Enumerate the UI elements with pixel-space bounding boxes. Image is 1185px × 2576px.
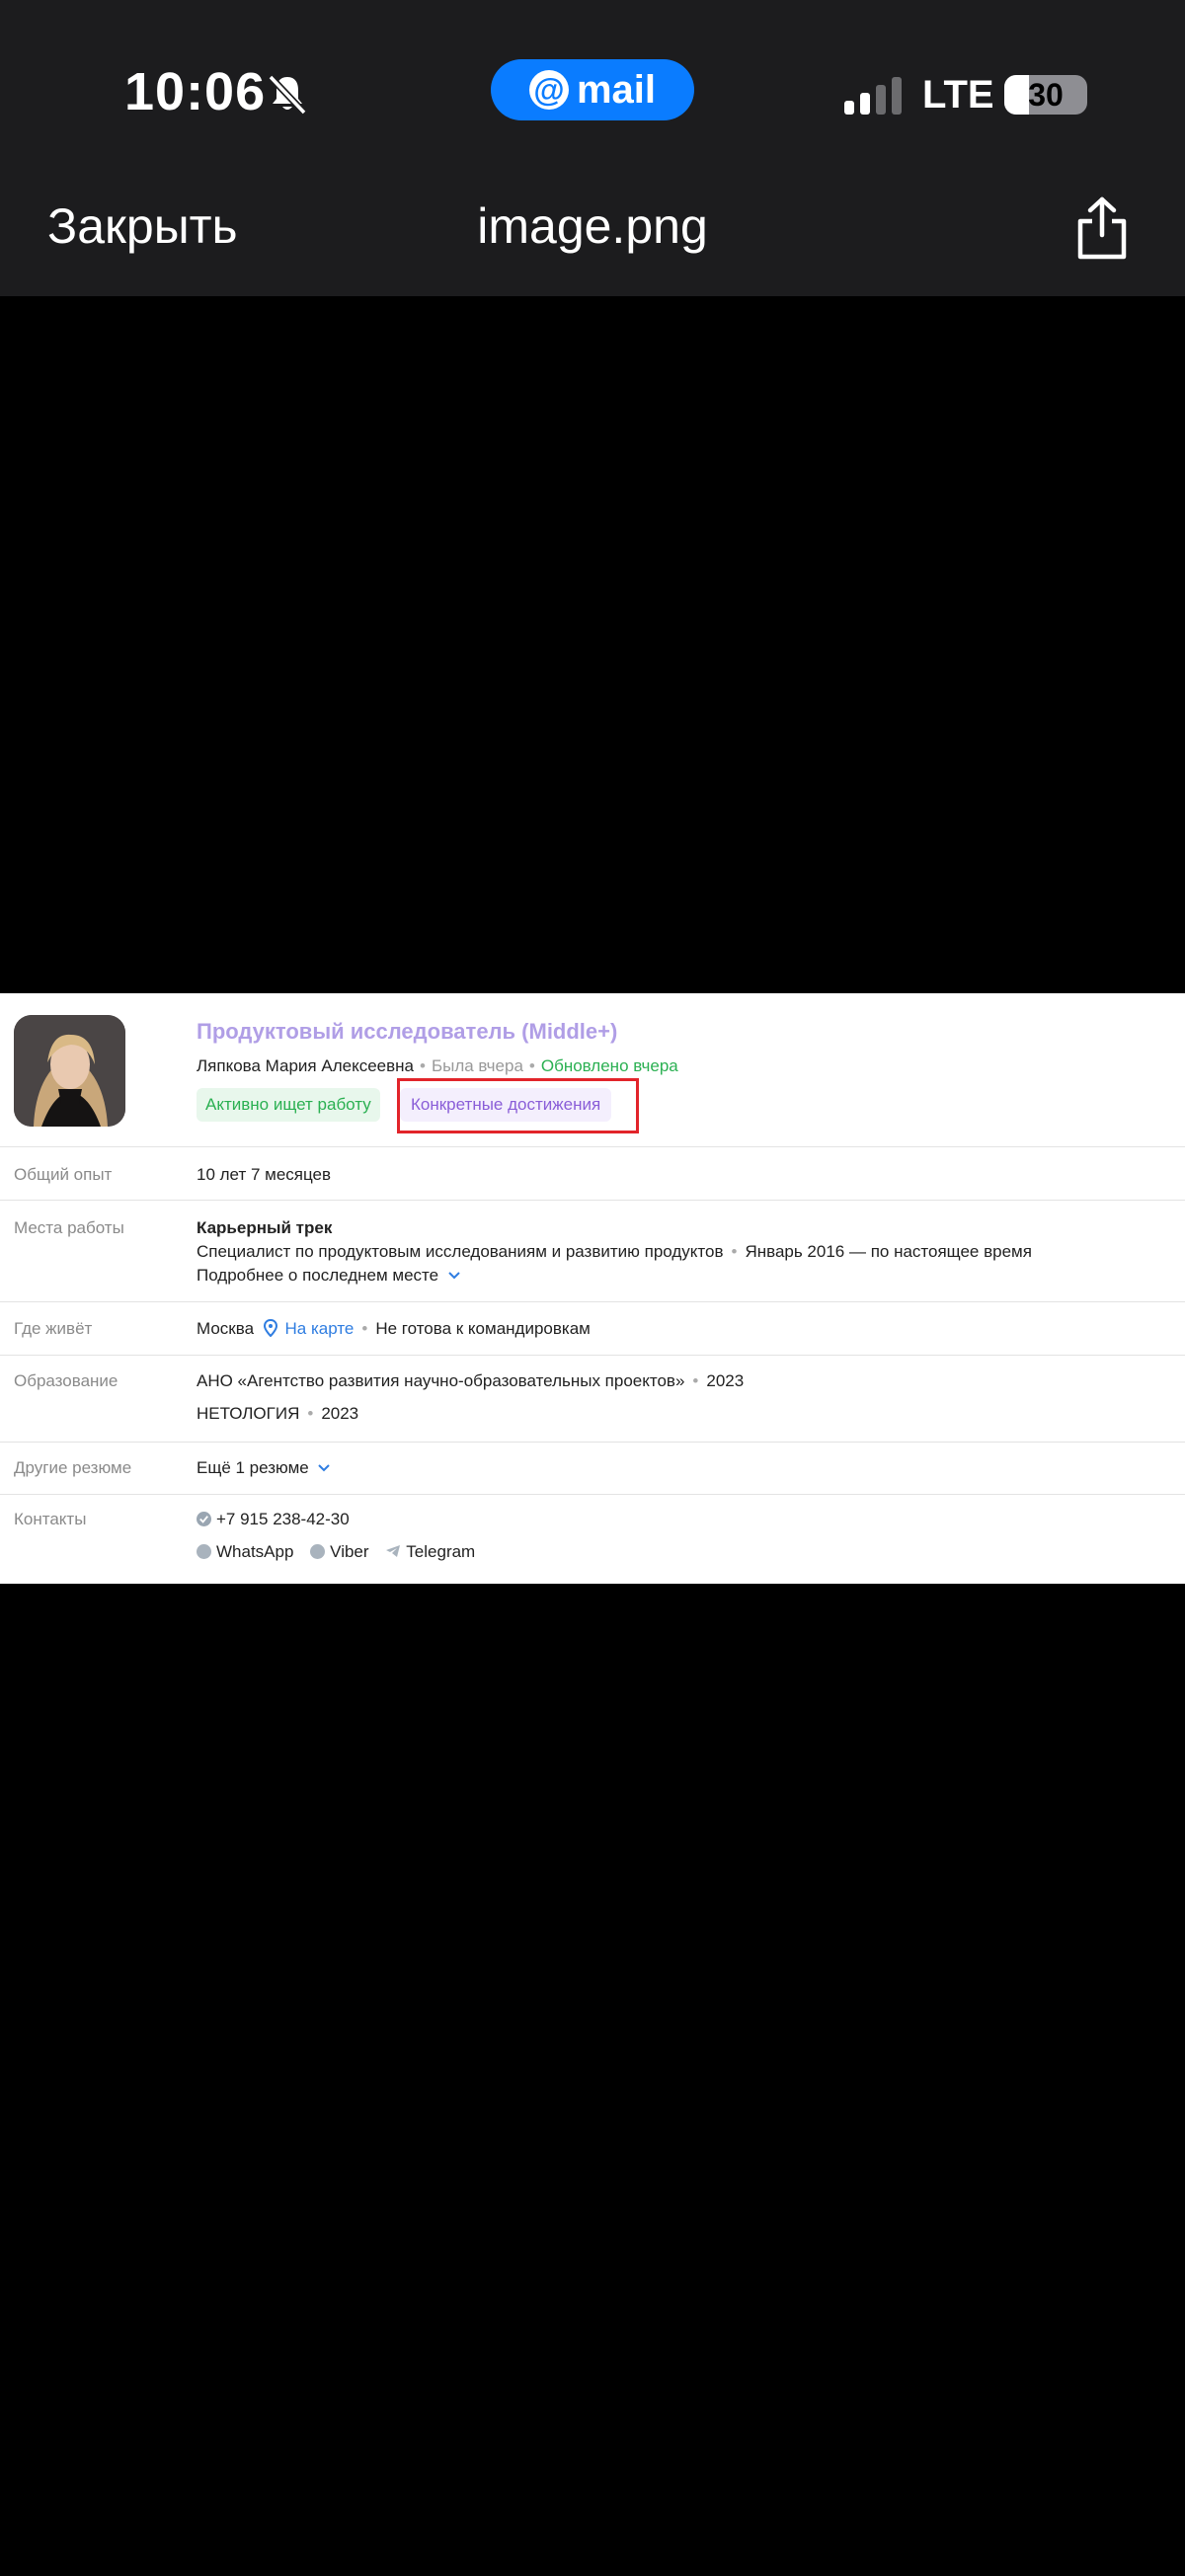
share-icon[interactable] xyxy=(1072,195,1132,261)
more-about-last-job-link[interactable]: Подробнее о последнем месте xyxy=(197,1266,461,1286)
location-label: Где живёт xyxy=(14,1319,93,1338)
company-name: Карьерный трек xyxy=(197,1218,333,1237)
education-item-1: АНО «Агентство развития научно-образоват… xyxy=(197,1371,744,1391)
avatar xyxy=(14,1015,125,1127)
chevron-down-icon xyxy=(448,1272,460,1280)
red-highlight-box xyxy=(397,1078,639,1133)
separator-dot: • xyxy=(692,1371,699,1390)
education-1-year: 2023 xyxy=(706,1371,745,1390)
viber-link[interactable]: Viber xyxy=(330,1542,368,1561)
separator-dot: • xyxy=(731,1242,738,1261)
other-resumes-link-label: Ещё 1 резюме xyxy=(197,1458,309,1477)
separator-dot: • xyxy=(307,1404,314,1423)
candidate-name: Ляпкова Мария Алексеевна xyxy=(197,1056,414,1075)
battery-percent: 30 xyxy=(1028,76,1064,113)
location-row: Где живёт Москва На карте • Не готова к ко… xyxy=(0,1301,1185,1355)
map-pin-icon xyxy=(263,1318,277,1338)
viber-icon xyxy=(310,1544,326,1559)
battery-icon: 30 xyxy=(1004,75,1087,115)
battery-tip xyxy=(1079,88,1085,102)
contacts-row: Контакты +7 915 238-42-30 WhatsApp Viber… xyxy=(0,1494,1185,1584)
position-line: Специалист по продуктовым исследованиям … xyxy=(197,1242,1032,1262)
candidate-meta: Ляпкова Мария Алексеевна • Была вчера • Обно… xyxy=(197,1056,678,1076)
education-2-year: 2023 xyxy=(321,1404,359,1423)
education-item-2: НЕТОЛОГИЯ • 2023 xyxy=(197,1404,358,1424)
other-resumes-link[interactable]: Ещё 1 резюме xyxy=(197,1458,331,1478)
experience-label: Общий опыт xyxy=(14,1165,113,1184)
separator-dot: • xyxy=(361,1319,368,1338)
workplaces-label: Места работы xyxy=(14,1218,124,1237)
separator-dot: • xyxy=(419,1056,426,1075)
other-resumes-row: Другие резюме Ещё 1 резюме xyxy=(0,1442,1185,1494)
phone-line: +7 915 238-42-30 xyxy=(197,1510,350,1529)
education-2-name: НЕТОЛОГИЯ xyxy=(197,1404,300,1423)
at-icon: @ xyxy=(528,70,569,110)
image-preview: Продуктовый исследователь (Middle+) Ляпк… xyxy=(0,993,1185,1584)
other-resumes-label: Другие резюме xyxy=(14,1458,132,1477)
verified-check-icon xyxy=(197,1512,211,1526)
city: Москва xyxy=(197,1319,255,1338)
mail-app-pill[interactable]: @ mail xyxy=(491,59,694,120)
resume-title[interactable]: Продуктовый исследователь (Middle+) xyxy=(197,1019,617,1045)
location-line: Москва На карте • Не готова к командировка… xyxy=(197,1318,591,1339)
updated-status: Обновлено вчера xyxy=(540,1056,678,1075)
education-label: Образование xyxy=(14,1371,118,1390)
whatsapp-link[interactable]: WhatsApp xyxy=(216,1542,293,1561)
position-title: Специалист по продуктовым исследованиям … xyxy=(197,1242,724,1261)
telegram-link[interactable]: Telegram xyxy=(406,1542,475,1561)
chevron-down-icon xyxy=(318,1464,331,1472)
silent-bell-icon xyxy=(268,74,307,116)
on-map-link[interactable]: На карте xyxy=(285,1319,355,1338)
education-row: Образование АНО «Агентство развития науч… xyxy=(0,1355,1185,1442)
telegram-icon xyxy=(386,1545,401,1557)
phone-number[interactable]: +7 915 238-42-30 xyxy=(216,1510,350,1528)
workplaces-row: Места работы Карьерный трек Специалист п… xyxy=(0,1200,1185,1301)
top-bar: 10:06 @ mail LTE 30 Закрыть image.png xyxy=(0,0,1185,296)
mail-pill-label: mail xyxy=(576,67,657,112)
contacts-label: Контакты xyxy=(14,1510,87,1528)
separator-dot: • xyxy=(528,1056,535,1075)
cellular-signal-icon xyxy=(844,77,902,115)
close-button[interactable]: Закрыть xyxy=(47,197,238,255)
messengers-line: WhatsApp Viber Telegram xyxy=(197,1542,475,1562)
last-seen: Была вчера xyxy=(431,1056,523,1075)
experience-value: 10 лет 7 месяцев xyxy=(197,1165,332,1184)
travel-readiness: Не готова к командировкам xyxy=(375,1319,591,1338)
whatsapp-icon xyxy=(197,1544,211,1559)
more-link-label: Подробнее о последнем месте xyxy=(197,1266,439,1285)
experience-row: Общий опыт 10 лет 7 месяцев xyxy=(0,1146,1185,1200)
education-1-name: АНО «Агентство развития научно-образоват… xyxy=(197,1371,685,1390)
network-type: LTE xyxy=(922,73,994,117)
status-time: 10:06 xyxy=(124,62,267,121)
active-search-tag: Активно ищет работу xyxy=(197,1088,380,1122)
work-period: Январь 2016 — по настоящее время xyxy=(745,1242,1032,1261)
